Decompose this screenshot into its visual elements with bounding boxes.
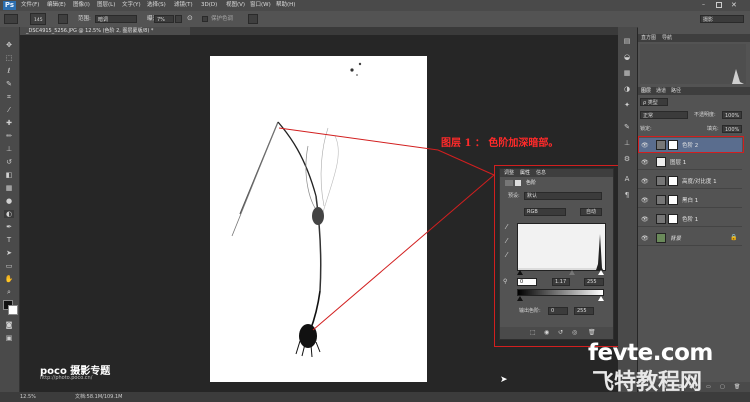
color-panel-icon[interactable]: ◒ bbox=[622, 53, 632, 61]
layer-mask-thumbnail[interactable] bbox=[668, 176, 678, 186]
new-group-icon[interactable]: ▭ bbox=[706, 383, 711, 391]
adjustment-thumbnail bbox=[656, 214, 666, 224]
swatches-panel-icon[interactable]: ▦ bbox=[622, 69, 632, 77]
paragraph-panel-icon[interactable]: ¶ bbox=[622, 191, 632, 199]
character-panel-icon[interactable]: A bbox=[622, 175, 632, 183]
tab-layers[interactable]: 图层 bbox=[641, 87, 651, 95]
fill-input[interactable]: 100% bbox=[722, 125, 742, 133]
opacity-input[interactable]: 100% bbox=[722, 111, 742, 119]
mouse-cursor-icon: ➤ bbox=[500, 375, 508, 385]
annotation-box-properties bbox=[494, 165, 619, 347]
layer-name: 高度/对比度 1 bbox=[682, 179, 717, 185]
eye-icon[interactable]: 👁 bbox=[641, 159, 649, 166]
fevte-cn-watermark: 飞特教程网 bbox=[592, 370, 703, 395]
new-layer-icon[interactable]: ▢ bbox=[720, 383, 725, 391]
layer-mask-thumbnail[interactable] bbox=[668, 195, 678, 205]
eye-icon[interactable]: 👁 bbox=[641, 178, 649, 185]
brush-presets-icon[interactable]: ✎ bbox=[622, 123, 632, 131]
document-info[interactable]: 文档:58.1M/109.1M bbox=[75, 392, 122, 402]
layer-kind-filter[interactable]: ρ 类型 bbox=[640, 98, 668, 106]
poco-watermark-url: http://photo.poco.cn/ bbox=[40, 375, 93, 381]
layer-row[interactable]: 👁 色阶 1 bbox=[638, 212, 742, 227]
panel-dock-strip: ▤ ◒ ▦ ◑ ✦ ✎ ⊥ ⚙ A ¶ bbox=[618, 27, 637, 392]
layer-row[interactable]: 👁 高度/对比度 1 bbox=[638, 174, 742, 189]
background-thumbnail bbox=[656, 233, 666, 243]
histogram-area bbox=[640, 44, 746, 84]
eye-icon[interactable]: 👁 bbox=[641, 235, 649, 242]
layers-tabbar bbox=[638, 87, 750, 95]
layer-thumbnail bbox=[656, 157, 666, 167]
eye-icon[interactable]: 👁 bbox=[641, 197, 649, 204]
adjustment-thumbnail bbox=[656, 195, 666, 205]
tab-histogram[interactable]: 直方图 bbox=[641, 34, 656, 42]
layer-name: 色阶 1 bbox=[682, 217, 699, 223]
tab-channels[interactable]: 通道 bbox=[656, 87, 666, 95]
clone-source-icon[interactable]: ⊥ bbox=[622, 139, 632, 147]
layer-row[interactable]: 👁 图层 1 bbox=[638, 155, 742, 170]
layer-name: 黑白 1 bbox=[682, 198, 699, 204]
layer-name: 背景 bbox=[670, 236, 682, 242]
tab-paths[interactable]: 路径 bbox=[671, 87, 681, 95]
zoom-level[interactable]: 12.5% bbox=[20, 392, 36, 402]
delete-layer-icon[interactable]: 🗑 bbox=[734, 383, 740, 391]
opacity-label: 不透明度: bbox=[694, 112, 716, 118]
history-panel-icon[interactable]: ▤ bbox=[622, 37, 632, 45]
tool-presets-icon[interactable]: ⚙ bbox=[622, 155, 632, 163]
lock-label: 锁定: bbox=[640, 126, 652, 132]
annotation-callout: 图层 1 ： 色阶加深暗部。 bbox=[441, 138, 559, 149]
layer-row[interactable]: 👁 黑白 1 bbox=[638, 193, 742, 208]
fevte-watermark: fevte.com bbox=[588, 340, 713, 366]
tab-navigator[interactable]: 导航 bbox=[662, 34, 672, 42]
layer-row[interactable]: 👁 背景 🔒 bbox=[638, 231, 742, 246]
lock-icon: 🔒 bbox=[730, 234, 738, 241]
histogram-mini-graph bbox=[732, 69, 744, 84]
eye-icon[interactable]: 👁 bbox=[641, 216, 649, 223]
styles-panel-icon[interactable]: ✦ bbox=[622, 101, 632, 109]
annotation-box-layer bbox=[638, 136, 744, 153]
fill-label: 填充: bbox=[707, 126, 719, 132]
adjustment-thumbnail bbox=[656, 176, 666, 186]
layer-name: 图层 1 bbox=[670, 160, 687, 166]
adjustments-panel-icon[interactable]: ◑ bbox=[622, 85, 632, 93]
blend-mode-select[interactable]: 正常 bbox=[640, 111, 688, 119]
layer-mask-thumbnail[interactable] bbox=[668, 214, 678, 224]
right-panels: 直方图 导航 图层 通道 路径 ρ 类型 正常 不透明度: 100% 锁定: 填… bbox=[638, 27, 750, 392]
